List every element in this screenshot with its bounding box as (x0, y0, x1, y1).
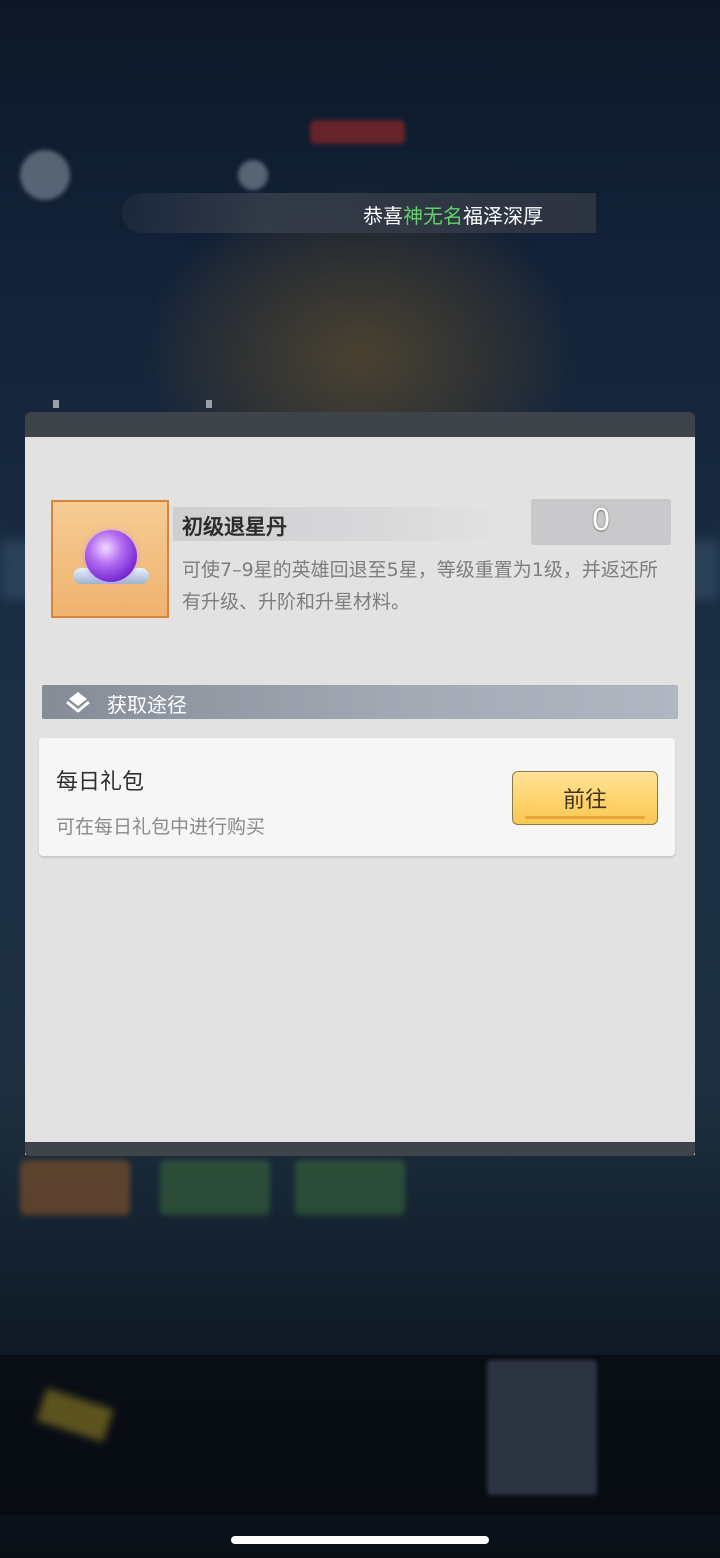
announcement-marquee: 恭喜神无名福泽深厚 (122, 193, 596, 233)
background-mark (206, 400, 212, 408)
purple-orb-icon (85, 530, 137, 582)
source-card-daily-pack: 每日礼包 可在每日礼包中进行购买 前往 (39, 738, 675, 856)
background-mark (53, 400, 59, 408)
home-indicator[interactable] (231, 1536, 489, 1544)
item-detail-panel: 初级退星丹 0 可使7–9星的英雄回退至5星，等级重置为1级，并返还所有升级、升… (25, 412, 695, 1157)
background-tile (295, 1160, 405, 1215)
source-title: 每日礼包 (56, 770, 145, 795)
background-nav-selected (487, 1360, 597, 1495)
layers-icon (66, 692, 90, 713)
go-button-label: 前往 (562, 788, 607, 813)
background-light (20, 150, 70, 200)
item-icon-frame (51, 500, 169, 618)
section-title: 获取途径 (107, 693, 187, 717)
background-tile (160, 1160, 270, 1215)
item-description: 可使7–9星的英雄回退至5星，等级重置为1级，并返还所有升级、升阶和升星材料。 (182, 559, 658, 613)
background-tiles (20, 1160, 420, 1220)
panel-top-frame (25, 412, 695, 437)
background-light (238, 160, 268, 190)
announcement-suffix: 福泽深厚 (463, 204, 543, 228)
announcement-player-name: 神无名 (403, 204, 463, 228)
background-title-bar (310, 120, 405, 144)
item-count-box: 0 (531, 499, 671, 545)
panel-body: 初级退星丹 0 可使7–9星的英雄回退至5星，等级重置为1级，并返还所有升级、升… (25, 437, 695, 1155)
background-nav-bar (0, 1355, 720, 1515)
background-tile (20, 1160, 130, 1215)
go-button[interactable]: 前往 (512, 771, 658, 825)
announcement-prefix: 恭喜 (363, 204, 403, 228)
panel-bottom-frame (25, 1142, 695, 1156)
item-name: 初级退星丹 (182, 515, 287, 539)
source-subtitle: 可在每日礼包中进行购买 (56, 816, 266, 838)
go-button-underline (525, 816, 645, 819)
item-count: 0 (591, 503, 611, 538)
announcement-text: 恭喜神无名福泽深厚 (363, 200, 543, 229)
